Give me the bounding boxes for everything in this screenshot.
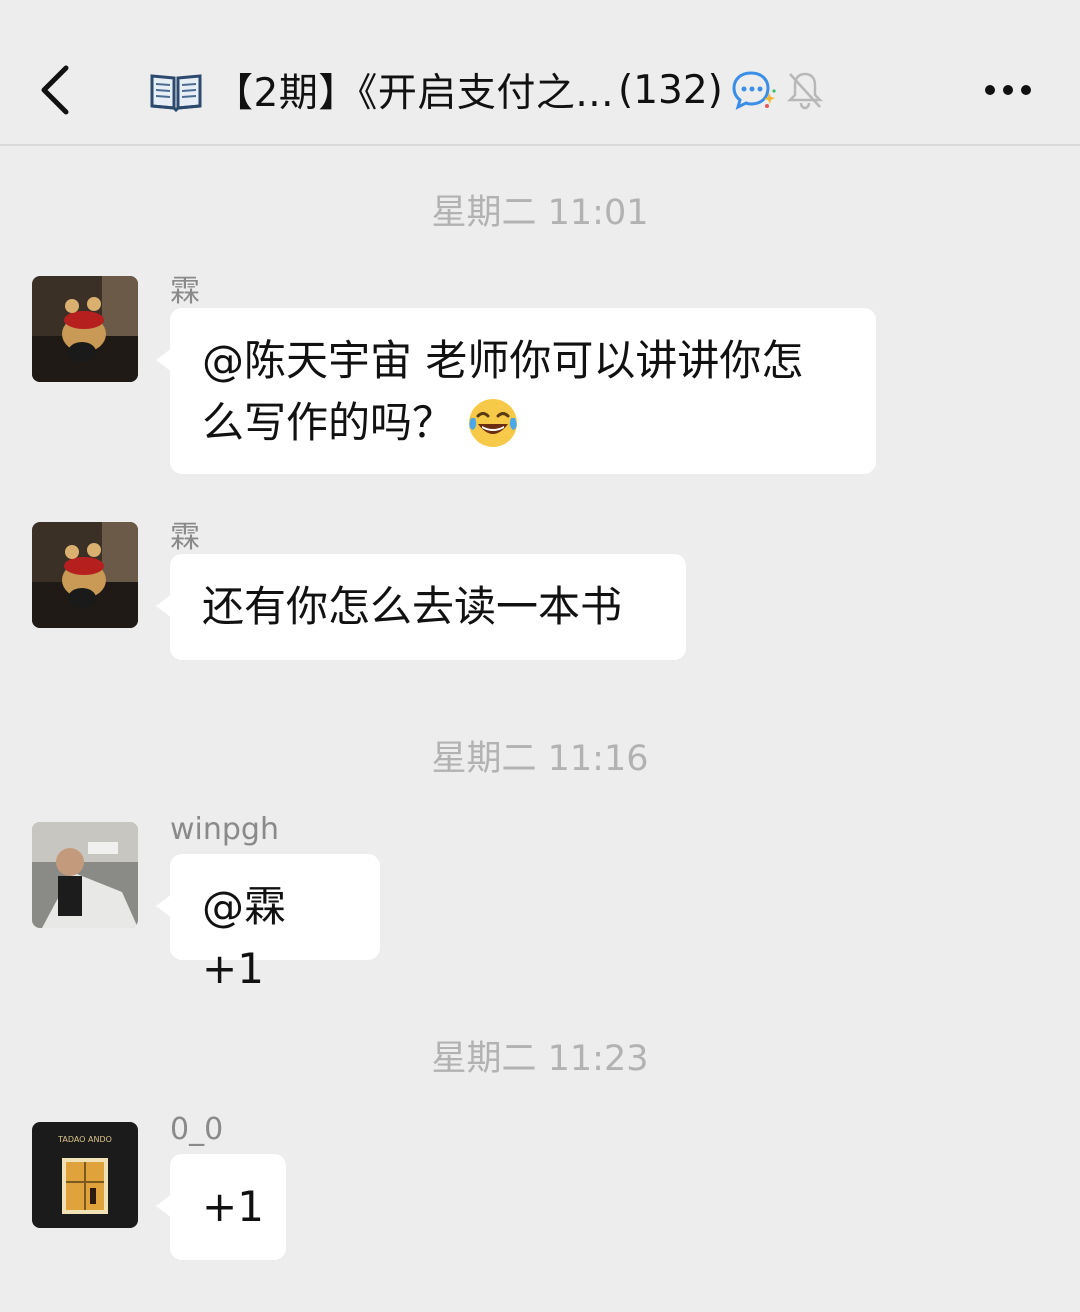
- sender-name: winpgh: [170, 812, 279, 847]
- avatar[interactable]: [32, 276, 138, 382]
- avatar-image: TADAO ANDO: [32, 1122, 138, 1228]
- sender-name: 霖: [170, 520, 200, 555]
- laughing-tears-emoji: [469, 399, 518, 447]
- open-book-icon: [150, 74, 202, 112]
- timestamp: 星期二 11:01: [431, 193, 649, 233]
- message-text: 还有你怎么去读一本书: [202, 582, 623, 631]
- more-button[interactable]: [980, 72, 1040, 108]
- message-bubble[interactable]: +1: [156, 1154, 286, 1260]
- message-text: +1: [202, 1182, 264, 1231]
- timestamp: 星期二 11:23: [431, 1039, 649, 1079]
- back-button[interactable]: [30, 60, 80, 120]
- chat-header: 【2期】《开启支付之... (132): [0, 0, 1080, 146]
- avatar[interactable]: [32, 522, 138, 628]
- timestamp: 星期二 11:16: [431, 739, 649, 779]
- avatar[interactable]: [32, 822, 138, 928]
- sender-name: 霖: [170, 274, 200, 309]
- chat-bubble-icon: [732, 71, 776, 110]
- message-text: @霖 +1: [202, 882, 287, 993]
- avatar-image: [32, 276, 138, 382]
- chevron-left-icon: [41, 65, 69, 115]
- message-text-line: @陈天宇宙 老师你可以讲讲你怎: [202, 336, 804, 385]
- avatar-caption: TADAO ANDO: [57, 1135, 112, 1144]
- chat-title[interactable]: 【2期】《开启支付之... (132): [148, 60, 825, 120]
- avatar-image: [32, 522, 138, 628]
- message-bubble[interactable]: @陈天宇宙 老师你可以讲讲你怎 么写作的吗？: [156, 308, 876, 474]
- sender-name: 0_0: [170, 1112, 224, 1147]
- avatar-image: [32, 822, 138, 928]
- muted-bell-icon: [786, 72, 823, 110]
- more-dots-icon: [985, 85, 1031, 95]
- message-text-line: 么写作的吗？: [202, 398, 455, 447]
- message-bubble[interactable]: 还有你怎么去读一本书: [156, 554, 686, 660]
- member-count: (132): [618, 67, 723, 113]
- chat-title-text: 【2期】《开启支付之...: [214, 71, 615, 116]
- message-bubble[interactable]: @霖 +1: [156, 854, 380, 993]
- avatar[interactable]: TADAO ANDO: [32, 1122, 138, 1228]
